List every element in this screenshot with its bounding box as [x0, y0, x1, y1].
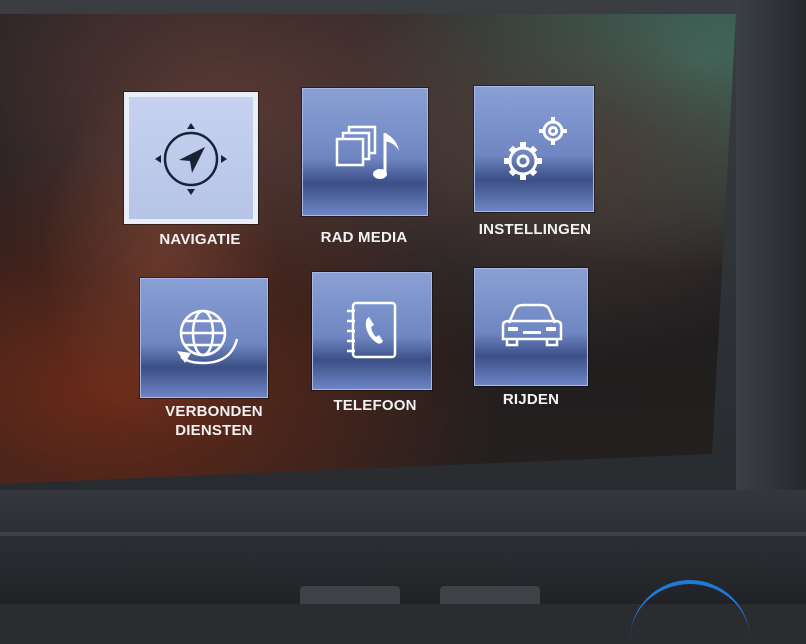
tile-instellingen[interactable] — [474, 86, 594, 212]
bezel-right-side — [736, 0, 806, 560]
media-music-icon — [335, 125, 399, 179]
console-button[interactable] — [440, 586, 540, 604]
tile-rad-media-label: RAD MEDIA — [320, 229, 408, 246]
console-ridge — [0, 532, 806, 536]
tile-navigatie[interactable] — [124, 92, 258, 224]
label-line-2: DIENSTEN — [175, 422, 253, 439]
gears-icon — [504, 117, 567, 180]
tile-telefoon[interactable] — [312, 272, 432, 390]
tile-navigatie-label: NAVIGATIE — [159, 231, 241, 248]
phone-book-icon — [347, 301, 397, 359]
tile-verbonden-diensten-label: VERBONDEN DIENSTEN — [134, 402, 294, 440]
console-button[interactable] — [300, 586, 400, 604]
label-line-1: VERBONDEN — [165, 403, 263, 420]
tile-verbonden-diensten[interactable] — [140, 278, 268, 398]
globe-connected-icon — [177, 309, 239, 365]
compass-icon — [155, 123, 227, 195]
tile-rad-media[interactable] — [302, 88, 428, 216]
tile-telefoon-label: TELEFOON — [333, 397, 417, 414]
tile-rijden-label: RIJDEN — [502, 391, 560, 408]
touch-screen: NAVIGATIE RAD MEDIA INSTELLINGEN VERBOND… — [0, 14, 736, 484]
tile-instellingen-label: INSTELLINGEN — [478, 221, 592, 238]
car-icon — [501, 303, 563, 347]
tile-rijden[interactable] — [474, 268, 588, 386]
